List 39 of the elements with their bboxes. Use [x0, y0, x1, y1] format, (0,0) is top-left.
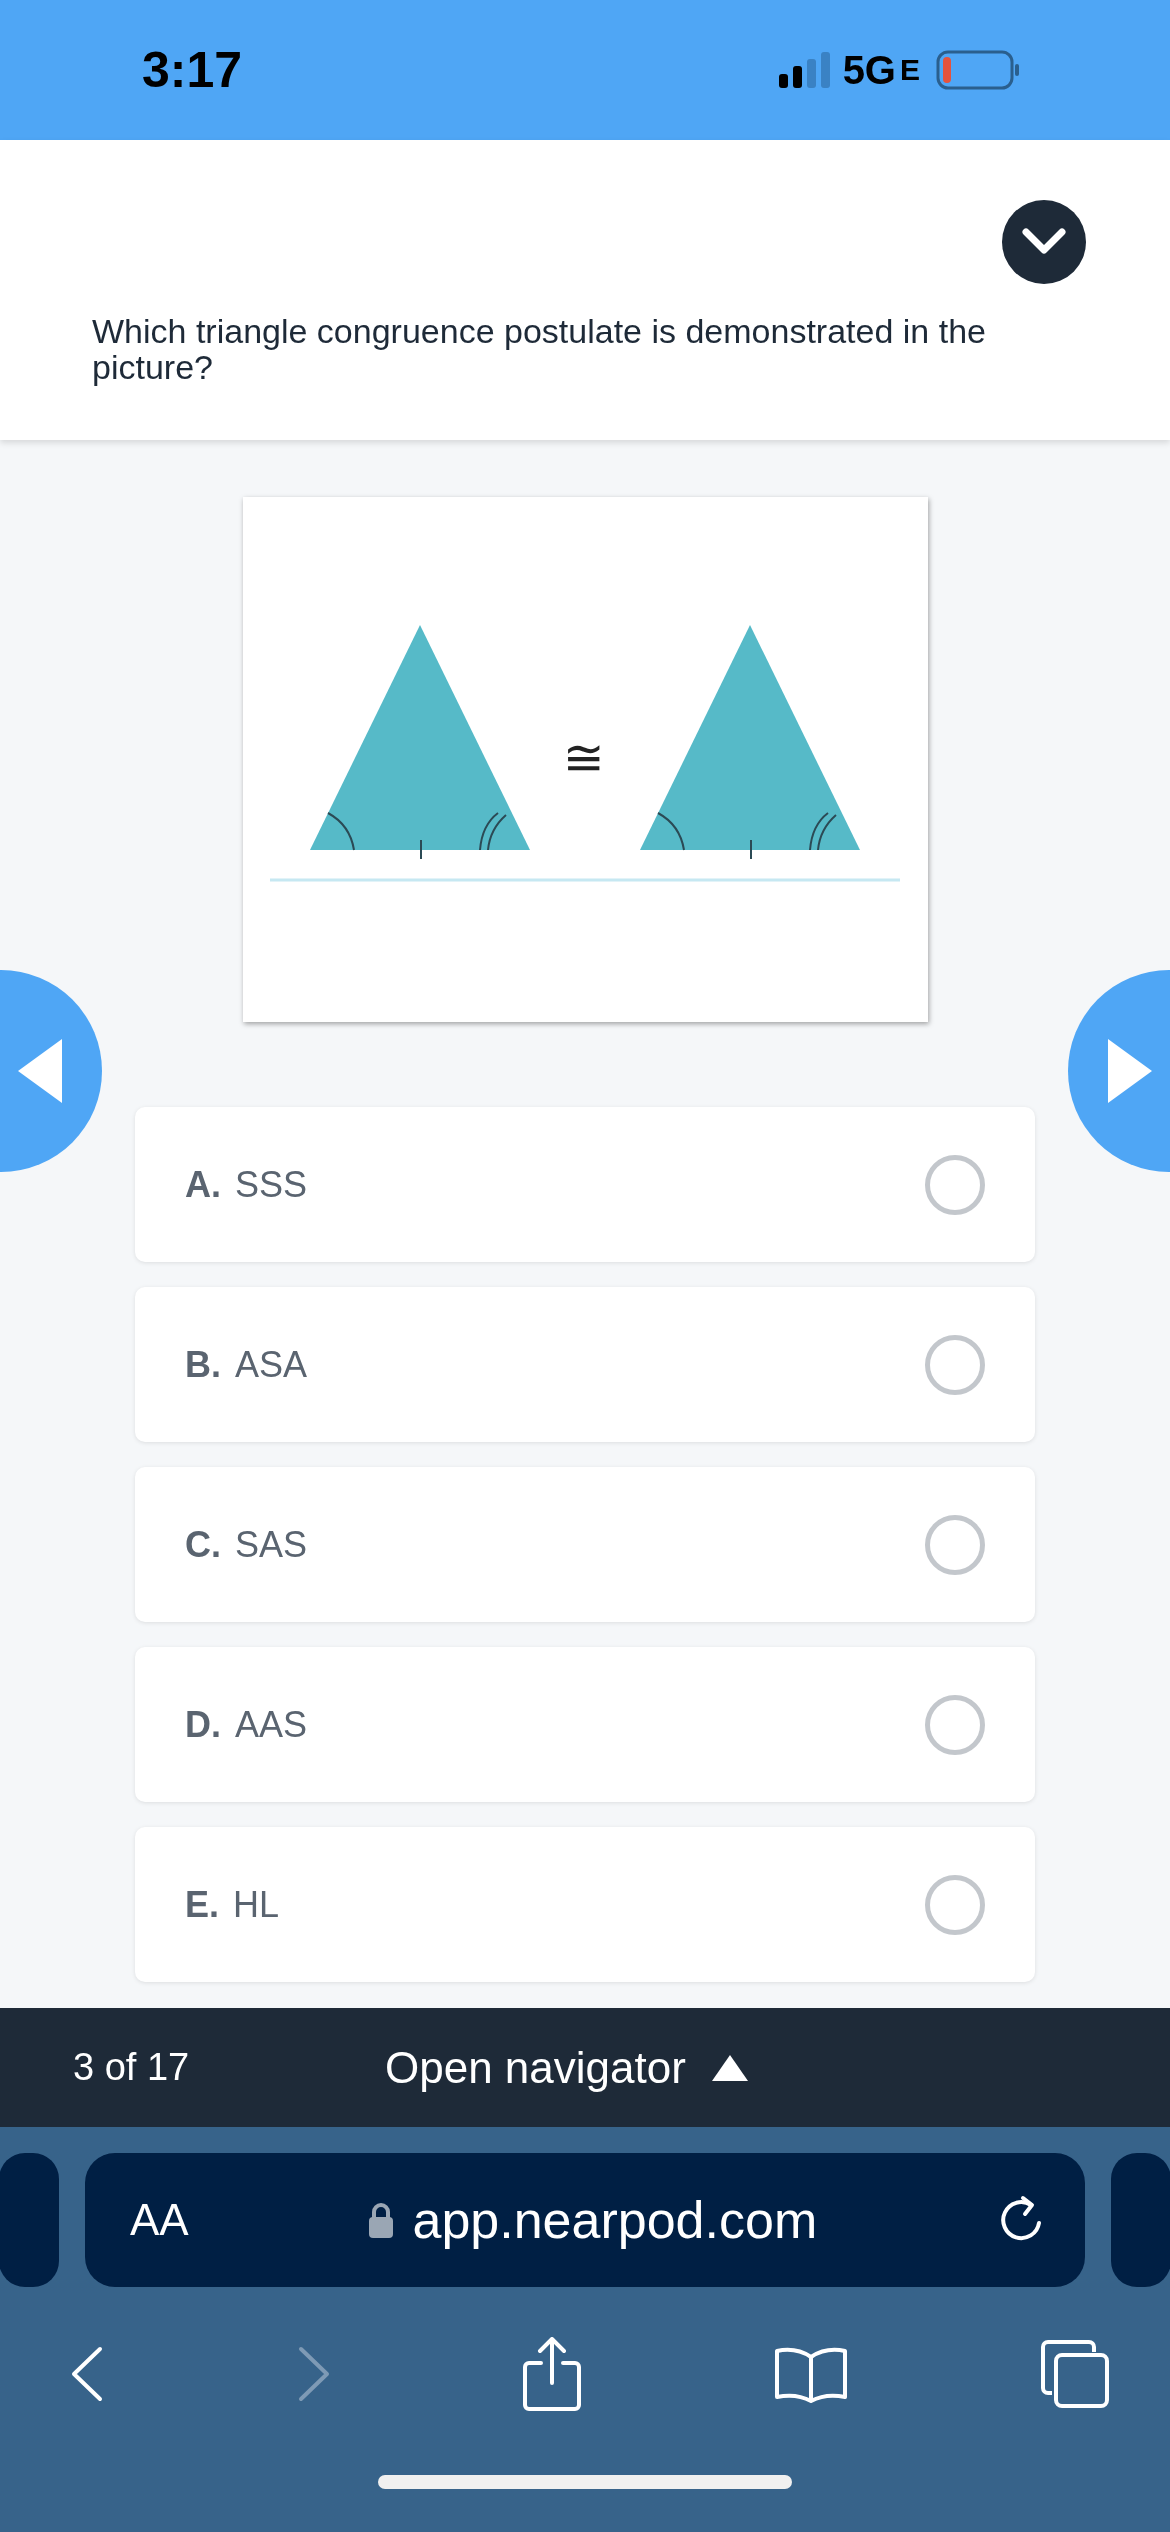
option-label: C. SAS	[185, 1523, 308, 1566]
left-triangle-icon	[18, 1039, 62, 1103]
battery-icon	[936, 50, 1020, 90]
book-icon	[773, 2345, 848, 2403]
chevron-down-icon	[1022, 228, 1066, 256]
share-button[interactable]	[523, 2337, 581, 2411]
option-label: A. SSS	[185, 1163, 308, 1206]
option-label: B. ASA	[185, 1343, 308, 1386]
network-suffix: E	[900, 53, 920, 87]
tabs-button[interactable]	[1040, 2339, 1110, 2409]
forward-chevron-icon	[296, 2345, 331, 2403]
open-navigator-button[interactable]: Open navigator	[385, 2042, 748, 2093]
back-button[interactable]	[70, 2345, 104, 2403]
up-triangle-icon	[711, 2054, 748, 2081]
slide-counter: 3 of 17	[73, 2046, 191, 2089]
address-bar[interactable]: AA app.nearpod.com	[85, 2153, 1085, 2287]
lock-icon	[368, 2202, 395, 2238]
option-label: D. AAS	[185, 1703, 308, 1746]
answer-option[interactable]: A. SSS	[135, 1107, 1035, 1262]
forward-button[interactable]	[296, 2345, 331, 2403]
network-label: 5G	[842, 47, 896, 93]
congruent-symbol: ≅	[563, 728, 605, 787]
answer-option[interactable]: B. ASA	[135, 1287, 1035, 1442]
back-chevron-icon	[70, 2345, 104, 2403]
bookmarks-button[interactable]	[773, 2345, 848, 2403]
question-text: Which triangle congruence postulate is demonstrated in the picture?	[92, 314, 987, 386]
right-triangle-icon	[1108, 1039, 1152, 1103]
answer-option[interactable]: E. HL	[135, 1827, 1035, 1982]
tab-pill[interactable]	[1111, 2153, 1170, 2287]
text-size-button[interactable]: AA	[130, 2195, 189, 2245]
status-time: 3:17	[142, 41, 243, 99]
tab-pill[interactable]	[0, 2153, 59, 2287]
signal-icon	[778, 52, 833, 88]
tabs-icon	[1040, 2339, 1110, 2409]
url-text: app.nearpod.com	[412, 2190, 818, 2250]
answer-option[interactable]: C. SAS	[135, 1467, 1035, 1622]
option-label: E. HL	[185, 1883, 280, 1926]
answer-option[interactable]: D. AAS	[135, 1647, 1035, 1802]
share-icon	[523, 2337, 581, 2411]
